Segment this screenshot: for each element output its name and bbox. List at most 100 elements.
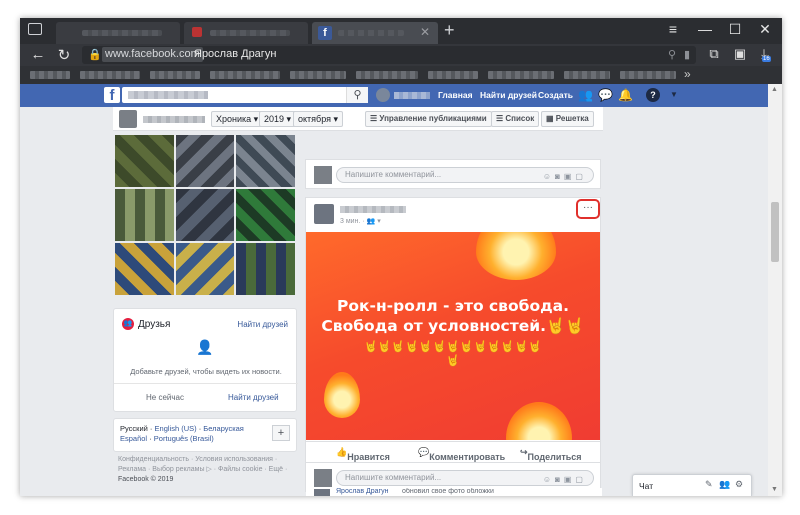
nav-home[interactable]: Главная bbox=[438, 89, 473, 101]
menu-icon[interactable]: ≡ bbox=[660, 21, 686, 37]
language-option[interactable]: English (US) bbox=[155, 424, 197, 433]
language-option[interactable]: Español bbox=[120, 434, 147, 443]
profile-name bbox=[394, 92, 430, 99]
photo-thumbnail[interactable] bbox=[175, 189, 235, 241]
key-icon[interactable]: ⚲ bbox=[668, 48, 676, 61]
close-window-button[interactable]: ✕ bbox=[752, 21, 778, 38]
comment-placeholder: Напишите комментарий... bbox=[345, 473, 442, 482]
nav-create[interactable]: Создать bbox=[538, 89, 573, 101]
help-icon[interactable]: ? bbox=[646, 88, 660, 102]
bookmarks-more-button[interactable]: » bbox=[684, 67, 691, 81]
account-menu-icon[interactable]: ▼ bbox=[670, 90, 678, 99]
footer-links-1[interactable]: Конфиденциальность · Условия использован… bbox=[118, 455, 287, 465]
banner-line-2: Свобода от условностей.🤘🤘 bbox=[321, 317, 585, 335]
month-dropdown[interactable]: октября ▾ bbox=[293, 111, 344, 127]
horns-emoji-row: 🤘🤘🤘🤘🤘🤘🤘🤘🤘🤘🤘🤘🤘 🤘 bbox=[324, 340, 582, 368]
page-scrollbar[interactable]: ▲ ▼ bbox=[768, 84, 782, 496]
language-option[interactable]: Português (Brasil) bbox=[154, 434, 214, 443]
tab-facebook-active[interactable]: f ✕ bbox=[312, 22, 438, 44]
photo-thumbnail[interactable] bbox=[175, 243, 235, 295]
list-view-button[interactable]: ☰ Список bbox=[491, 111, 540, 127]
photo-thumbnail[interactable] bbox=[236, 189, 295, 241]
like-button[interactable]: 👍 Нравится bbox=[336, 447, 390, 462]
facebook-logo-icon[interactable]: f bbox=[104, 87, 120, 104]
tabs-overview-icon[interactable] bbox=[28, 23, 42, 35]
bookmark-item[interactable] bbox=[290, 71, 346, 79]
extension-icon[interactable]: ⧉ bbox=[704, 46, 724, 62]
bookmark-item[interactable] bbox=[30, 71, 70, 79]
chat-bar[interactable]: Чат ✎ 👥 ⚙ bbox=[632, 474, 752, 496]
notifications-bell-icon[interactable]: 🔔 bbox=[618, 88, 633, 102]
comment-input[interactable]: Напишите комментарий... ☺◙▣▢ bbox=[336, 470, 594, 486]
maximize-button[interactable]: ☐ bbox=[722, 21, 748, 38]
photo-thumbnail[interactable] bbox=[236, 243, 295, 295]
scroll-up-icon[interactable]: ▲ bbox=[771, 86, 778, 93]
url-domain: www.facebook.com bbox=[102, 47, 203, 62]
gear-icon[interactable]: ⚙ bbox=[735, 479, 743, 490]
bookmark-item[interactable] bbox=[564, 71, 610, 79]
group-icon[interactable]: 👥 bbox=[719, 479, 730, 490]
manage-posts-button[interactable]: ☰ Управление публикациями bbox=[365, 111, 492, 127]
nav-find-friends[interactable]: Найти друзей bbox=[480, 89, 537, 101]
chronicle-dropdown[interactable]: Хроника ▾ bbox=[211, 111, 264, 127]
photo-thumbnail[interactable] bbox=[175, 135, 235, 187]
comment-button[interactable]: 💬 Комментировать bbox=[418, 447, 505, 462]
photo-thumbnail[interactable] bbox=[115, 243, 174, 295]
more-options-button[interactable]: ··· bbox=[580, 203, 596, 216]
bookmark-icon[interactable]: ▮ bbox=[684, 48, 690, 61]
profile-shortcut[interactable] bbox=[376, 88, 432, 102]
not-now-button[interactable]: Не сейчас bbox=[146, 393, 184, 402]
comment-input[interactable]: Напишите комментарий... ☺◙▣▢ bbox=[336, 167, 594, 183]
photo-thumbnail[interactable] bbox=[115, 189, 174, 241]
next-post-author[interactable]: Ярослав Драгун bbox=[336, 488, 388, 495]
horns-row: 🤘🤘🤘🤘🤘🤘🤘🤘🤘🤘🤘🤘🤘 bbox=[363, 341, 543, 353]
find-friends-button[interactable]: Найти друзей bbox=[228, 393, 279, 402]
post-author-name[interactable] bbox=[340, 206, 406, 213]
comment-tools[interactable]: ☺◙▣▢ bbox=[543, 473, 587, 487]
tab-close-icon[interactable]: ✕ bbox=[420, 25, 430, 39]
post-time[interactable]: 3 мин. · 👥 ▾ bbox=[340, 217, 381, 225]
comment-tools[interactable]: ☺◙▣▢ bbox=[543, 170, 587, 184]
comment-composer: Напишите комментарий... ☺◙▣▢ bbox=[305, 159, 601, 189]
avatar[interactable] bbox=[314, 204, 334, 224]
bookmark-item[interactable] bbox=[210, 71, 280, 79]
url-field[interactable]: 🔒 www.facebook.com Ярослав Драгун ⚲ ▮ bbox=[82, 46, 696, 64]
compose-icon[interactable]: ✎ bbox=[705, 479, 713, 490]
timeline-profile-name bbox=[143, 116, 205, 123]
bookmark-item[interactable] bbox=[356, 71, 418, 79]
search-icon[interactable]: ⚲ bbox=[346, 87, 368, 103]
footer-links-2[interactable]: Реклама · Выбор рекламы ▷ · Файлы cookie… bbox=[118, 465, 287, 475]
tab-2[interactable] bbox=[184, 22, 308, 44]
bookmark-item[interactable] bbox=[488, 71, 554, 79]
bookmark-item[interactable] bbox=[428, 71, 478, 79]
tab-1[interactable] bbox=[56, 22, 180, 44]
bookmark-item[interactable] bbox=[150, 71, 200, 79]
bookmark-item[interactable] bbox=[80, 71, 140, 79]
scroll-down-icon[interactable]: ▼ bbox=[771, 486, 778, 493]
add-language-button[interactable]: + bbox=[272, 425, 290, 441]
post-banner[interactable]: Рок-н-ролл - это свобода. Свобода от усл… bbox=[306, 232, 600, 440]
like-label: Нравится bbox=[347, 452, 390, 462]
find-friends-link[interactable]: Найти друзей bbox=[237, 320, 288, 329]
manage-posts-label: Управление публикациями bbox=[379, 114, 487, 123]
photo-thumbnail[interactable] bbox=[236, 135, 295, 187]
year-dropdown[interactable]: 2019 ▾ bbox=[259, 111, 297, 127]
language-option[interactable]: Беларуская bbox=[203, 424, 244, 433]
horns-single: 🤘 bbox=[446, 355, 460, 367]
photo-thumbnail[interactable] bbox=[115, 135, 174, 187]
grid-view-button[interactable]: ▦ Решетка bbox=[541, 111, 594, 127]
messenger-icon[interactable]: 💬 bbox=[598, 88, 613, 102]
profile-icon[interactable]: ▣ bbox=[730, 46, 750, 62]
back-arrow-icon[interactable]: ← bbox=[28, 46, 48, 63]
avatar[interactable] bbox=[119, 110, 137, 128]
new-tab-button[interactable]: + bbox=[444, 20, 455, 40]
friend-requests-icon[interactable]: 👥 bbox=[578, 88, 593, 102]
scrollbar-thumb[interactable] bbox=[771, 202, 779, 262]
tab-2-title bbox=[210, 30, 290, 36]
bookmark-item[interactable] bbox=[620, 71, 676, 79]
share-button[interactable]: ↪ Поделиться bbox=[520, 447, 582, 462]
reload-icon[interactable]: ↻ bbox=[54, 46, 74, 64]
minimize-button[interactable]: — bbox=[692, 21, 718, 37]
facebook-header: f ⚲ Главная Найти друзей Создать 👥 💬 🔔 ?… bbox=[20, 84, 768, 107]
facebook-search-input[interactable]: ⚲ bbox=[122, 87, 368, 103]
